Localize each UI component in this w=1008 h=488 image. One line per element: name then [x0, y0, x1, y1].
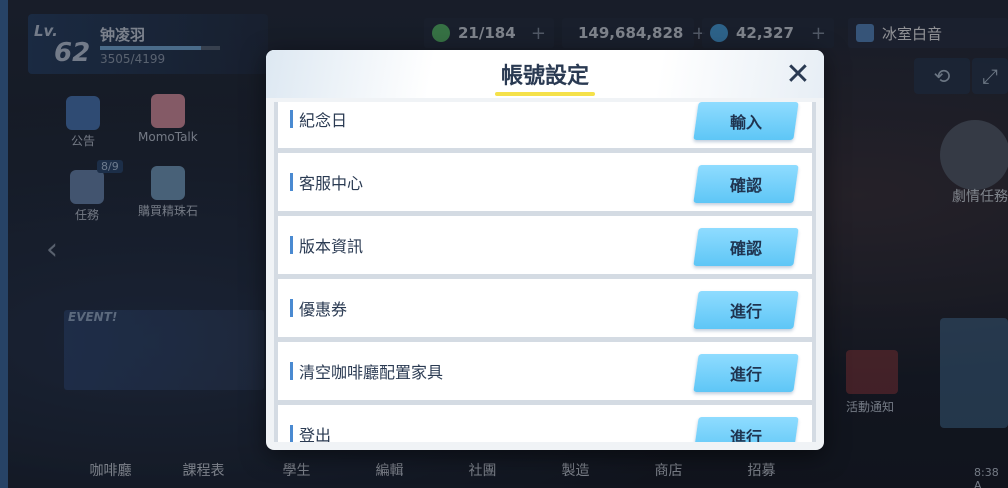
account-settings-dialog: 帳號設定 ✕ 紀念日 輸入 客服中心 確認 版本資訊 確認 優惠券 進行 清空咖…	[266, 50, 824, 450]
settings-list[interactable]: 紀念日 輸入 客服中心 確認 版本資訊 確認 優惠券 進行 清空咖啡廳配置家具	[274, 102, 816, 442]
row-accent-bar	[290, 110, 293, 128]
row-label: 紀念日	[299, 111, 348, 130]
settings-row-clear-cafe: 清空咖啡廳配置家具 進行	[278, 342, 812, 400]
row-label: 登出	[299, 426, 332, 442]
clear-cafe-proceed-button[interactable]: 進行	[693, 354, 799, 392]
row-label: 優惠券	[299, 300, 348, 319]
coupon-proceed-button[interactable]: 進行	[693, 291, 799, 329]
row-accent-bar	[290, 362, 293, 380]
row-label: 版本資訊	[299, 237, 364, 256]
row-accent-bar	[290, 173, 293, 191]
dialog-title: 帳號設定	[500, 64, 589, 89]
close-icon: ✕	[785, 56, 811, 92]
row-accent-bar	[290, 299, 293, 317]
row-label: 客服中心	[299, 174, 364, 193]
close-button[interactable]: ✕	[780, 56, 816, 92]
anniversary-input-button[interactable]: 輸入	[693, 102, 799, 140]
row-label: 清空咖啡廳配置家具	[299, 363, 444, 382]
settings-row-version: 版本資訊 確認	[278, 216, 812, 274]
support-confirm-button[interactable]: 確認	[693, 165, 799, 203]
title-underline	[495, 92, 595, 96]
logout-proceed-button[interactable]: 進行	[693, 417, 799, 442]
row-accent-bar	[290, 425, 293, 442]
row-accent-bar	[290, 236, 293, 254]
settings-row-support: 客服中心 確認	[278, 153, 812, 211]
settings-row-anniversary: 紀念日 輸入	[278, 102, 812, 148]
settings-row-logout: 登出 進行	[278, 405, 812, 442]
version-confirm-button[interactable]: 確認	[693, 228, 799, 266]
settings-row-coupon: 優惠券 進行	[278, 279, 812, 337]
